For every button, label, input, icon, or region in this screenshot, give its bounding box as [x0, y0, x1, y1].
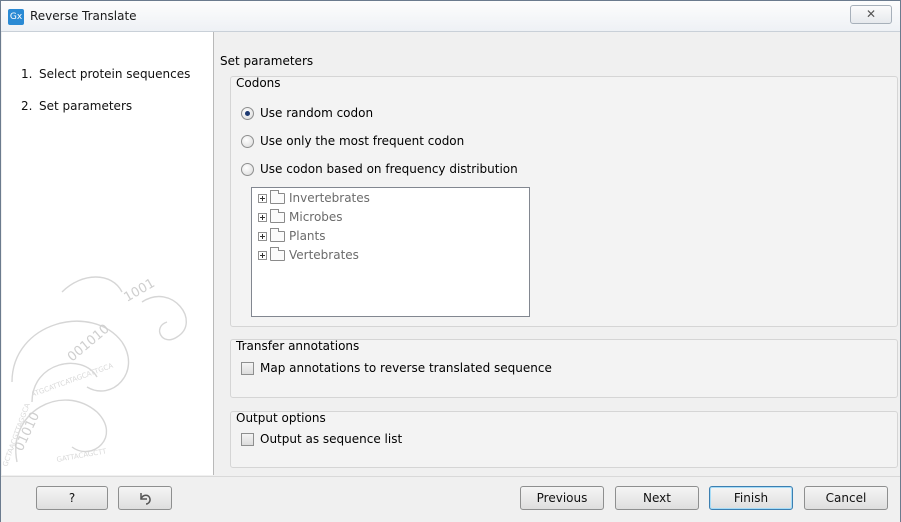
- app-icon: Gx: [8, 9, 24, 25]
- title-bar: Gx Reverse Translate ✕: [1, 1, 900, 32]
- radio-label: Use codon based on frequency distributio…: [260, 162, 518, 176]
- tree-item-label: Plants: [289, 229, 326, 243]
- tree-item-microbes[interactable]: Microbes: [258, 208, 343, 224]
- dialog-window: Gx Reverse Translate ✕ 1. Select protein …: [0, 0, 901, 522]
- parameters-panel: Set parameters Codons Use random codon U…: [215, 32, 899, 475]
- folder-icon: [270, 208, 285, 223]
- checkbox-label: Output as sequence list: [260, 432, 403, 446]
- close-icon: ✕: [865, 7, 877, 21]
- folder-icon: [270, 246, 285, 261]
- help-button[interactable]: ?: [36, 486, 108, 510]
- map-annotations-checkbox-row[interactable]: Map annotations to reverse translated se…: [241, 360, 552, 376]
- tree-item-invertebrates[interactable]: Invertebrates: [258, 189, 370, 205]
- reset-button[interactable]: [118, 486, 172, 510]
- sidebar-step-select-protein[interactable]: 1. Select protein sequences: [21, 67, 190, 81]
- step-number: 2.: [21, 99, 33, 113]
- svg-text:ATGCATTCATAGCATTGCA: ATGCATTCATAGCATTGCA: [30, 362, 114, 399]
- expand-icon[interactable]: [258, 193, 267, 203]
- window-title: Reverse Translate: [30, 9, 137, 23]
- tree-item-vertebrates[interactable]: Vertebrates: [258, 246, 359, 262]
- expand-icon[interactable]: [258, 212, 267, 222]
- output-as-list-checkbox-row[interactable]: Output as sequence list: [241, 431, 402, 447]
- expand-icon[interactable]: [258, 250, 267, 260]
- tree-item-label: Microbes: [289, 210, 343, 224]
- codons-group: Codons Use random codon Use only the mos…: [230, 76, 898, 327]
- decorative-swirl-icon: 001010 01010 1001 ATGCATTCATAGCATTGCA GC…: [2, 276, 187, 468]
- sidebar-step-set-parameters[interactable]: 2. Set parameters: [21, 99, 132, 113]
- step-label: Set parameters: [39, 99, 133, 113]
- tree-item-label: Invertebrates: [289, 191, 370, 205]
- checkbox-label: Map annotations to reverse translated se…: [260, 361, 552, 375]
- codons-group-label: Codons: [236, 76, 281, 90]
- svg-text:GATTACAGCTT: GATTACAGCTT: [56, 447, 108, 464]
- dialog-footer: ? Previous Next Finish Cancel: [1, 476, 900, 522]
- radio-button[interactable]: [241, 162, 254, 176]
- tree-item-label: Vertebrates: [289, 248, 359, 262]
- output-group-label: Output options: [236, 411, 326, 425]
- codon-table-tree[interactable]: Invertebrates Microbes Plants Vertebrate…: [251, 187, 530, 317]
- output-options-group: Output options Output as sequence list: [230, 411, 898, 468]
- output-as-list-checkbox[interactable]: [241, 432, 254, 446]
- radio-label: Use only the most frequent codon: [260, 134, 465, 148]
- tree-item-plants[interactable]: Plants: [258, 227, 326, 243]
- expand-icon[interactable]: [258, 231, 267, 241]
- next-button[interactable]: Next: [615, 486, 699, 510]
- radio-label: Use random codon: [260, 106, 374, 120]
- step-number: 1.: [21, 67, 33, 81]
- section-title: Set parameters: [220, 54, 314, 68]
- close-button[interactable]: ✕: [850, 5, 892, 24]
- radio-button[interactable]: [241, 106, 254, 120]
- radio-most-frequent-codon[interactable]: Use only the most frequent codon: [241, 133, 464, 149]
- undo-icon: [140, 493, 151, 505]
- step-label: Select protein sequences: [39, 67, 191, 81]
- transfer-annotations-group: Transfer annotations Map annotations to …: [230, 339, 898, 398]
- map-annotations-checkbox[interactable]: [241, 361, 254, 375]
- radio-frequency-distribution[interactable]: Use codon based on frequency distributio…: [241, 161, 518, 177]
- previous-button[interactable]: Previous: [520, 486, 604, 510]
- cancel-button[interactable]: Cancel: [804, 486, 888, 510]
- wizard-sidebar: 1. Select protein sequences 2. Set paramet…: [2, 32, 214, 475]
- transfer-group-label: Transfer annotations: [236, 339, 360, 353]
- folder-icon: [270, 189, 285, 204]
- radio-random-codon[interactable]: Use random codon: [241, 105, 373, 121]
- folder-icon: [270, 227, 285, 242]
- radio-button[interactable]: [241, 134, 254, 148]
- finish-button[interactable]: Finish: [709, 486, 793, 510]
- svg-text:1001: 1001: [122, 276, 158, 306]
- svg-text:001010: 001010: [65, 322, 113, 365]
